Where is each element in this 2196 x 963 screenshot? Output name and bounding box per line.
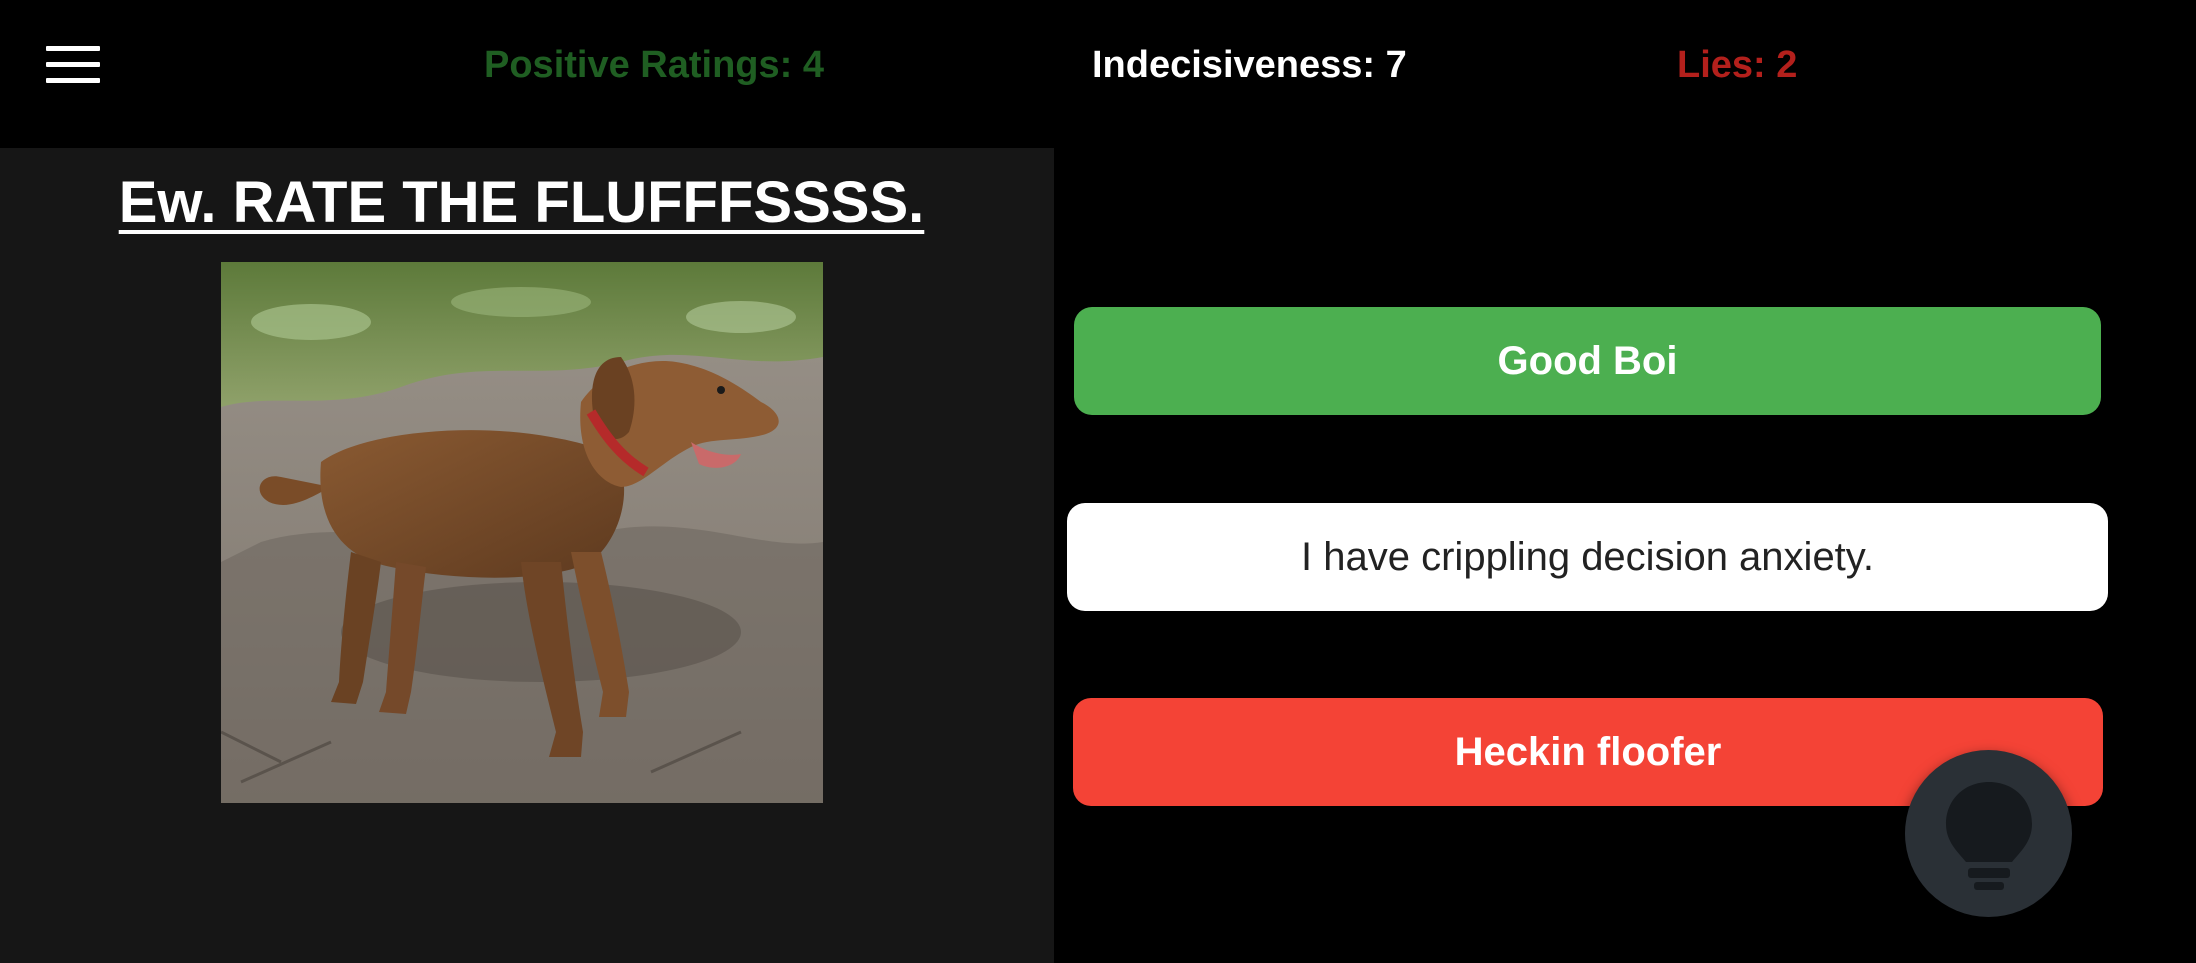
lightbulb-icon	[1945, 781, 2032, 890]
positive-ratings-stat: Positive Ratings: 4	[484, 44, 824, 86]
menu-line	[46, 78, 100, 83]
menu-line	[46, 62, 100, 67]
page-title: Ew. RATE THE FLUFFFSSSS.	[118, 170, 925, 235]
app-root: Positive Ratings: 4 Indecisiveness: 7 Li…	[0, 0, 2196, 963]
dog-photo	[221, 262, 823, 803]
decision-anxiety-button[interactable]: I have crippling decision anxiety.	[1067, 503, 2108, 611]
lies-stat: Lies: 2	[1677, 44, 1798, 86]
indecisiveness-stat: Indecisiveness: 7	[1092, 44, 1407, 86]
question-panel: Ew. RATE THE FLUFFFSSSS.	[0, 148, 1054, 963]
hamburger-menu-icon[interactable]	[40, 40, 106, 90]
hint-button[interactable]	[1905, 750, 2072, 917]
good-boi-button[interactable]: Good Boi	[1074, 307, 2101, 415]
top-bar: Positive Ratings: 4 Indecisiveness: 7 Li…	[0, 0, 2196, 148]
menu-line	[46, 46, 100, 51]
